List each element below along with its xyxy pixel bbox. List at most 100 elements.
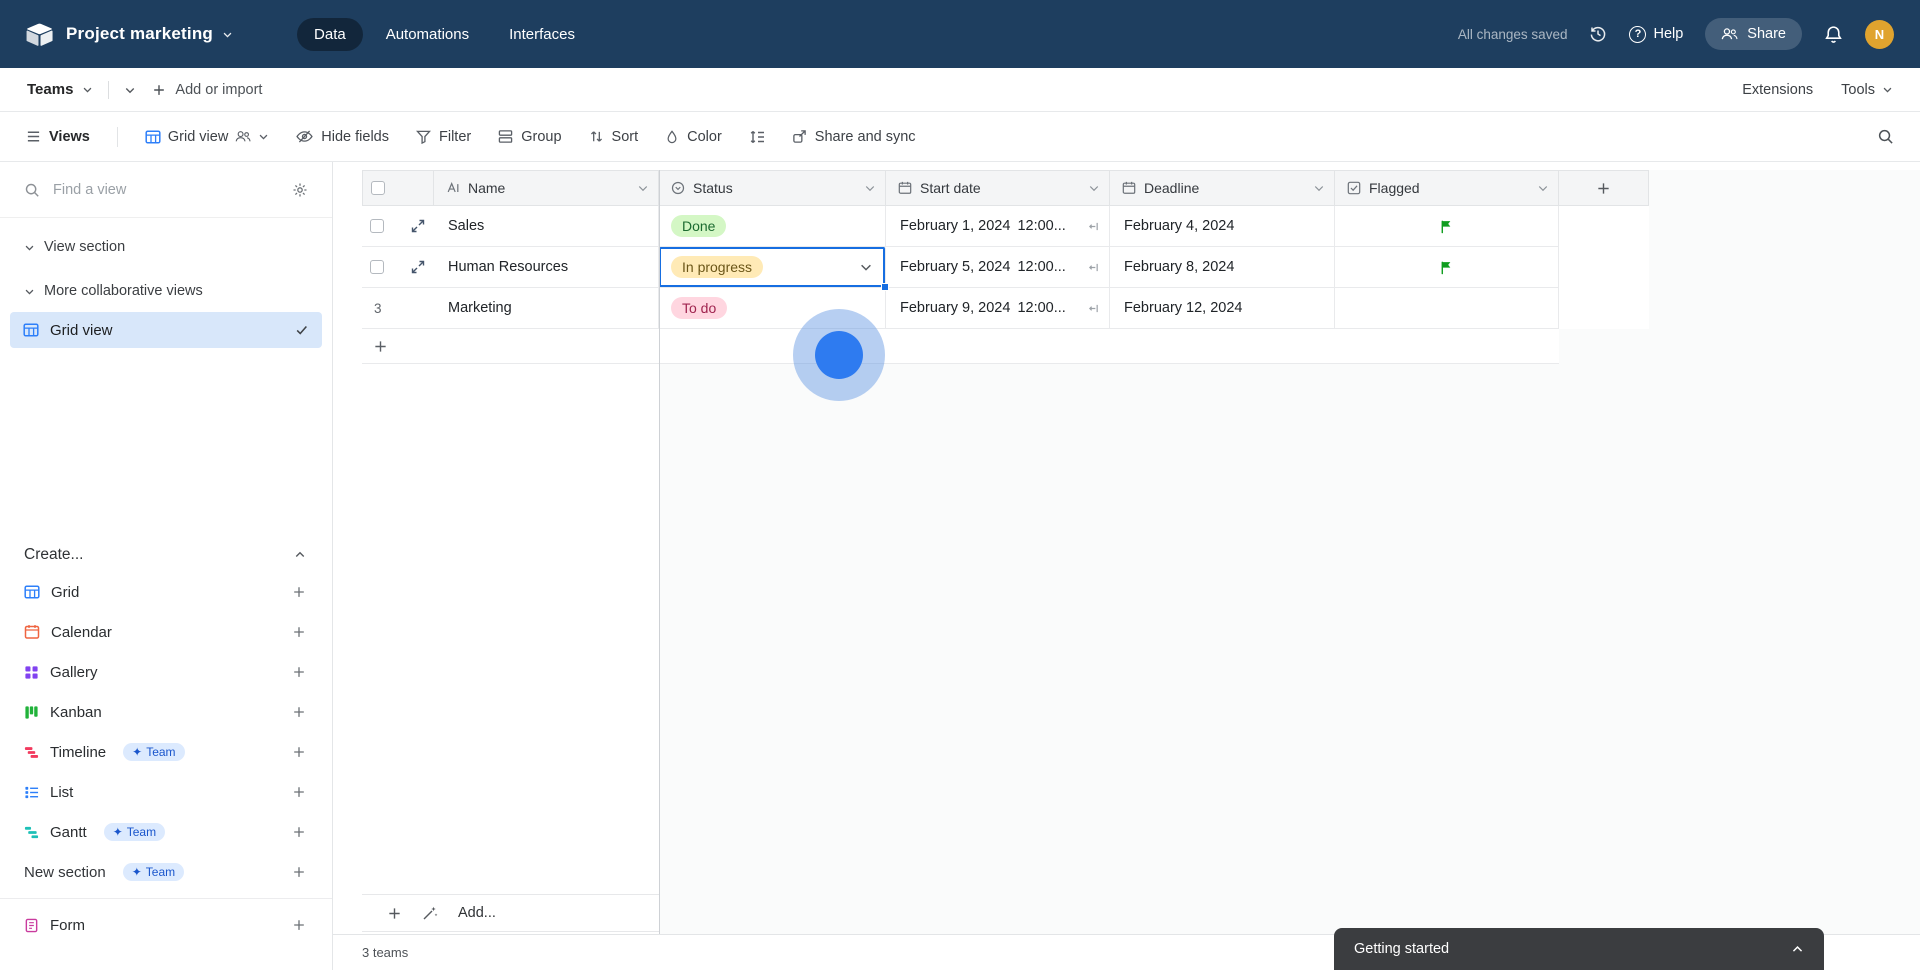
cell-name[interactable]: Human Resources	[434, 247, 659, 288]
row-select-cell[interactable]	[362, 206, 434, 247]
history-icon[interactable]	[1589, 25, 1607, 43]
sort-button[interactable]: Sort	[589, 129, 638, 145]
chevron-down-icon[interactable]	[859, 260, 875, 274]
base-menu-chevron-icon[interactable]	[222, 29, 233, 40]
filter-button[interactable]: Filter	[416, 129, 471, 145]
tab-interfaces[interactable]: Interfaces	[492, 18, 592, 51]
section-view-section[interactable]: View section	[0, 230, 332, 264]
chevron-down-icon[interactable]	[637, 182, 649, 194]
select-all-checkbox[interactable]	[371, 181, 385, 195]
plus-icon[interactable]	[292, 625, 306, 639]
sidebar-item-grid-view[interactable]: Grid view	[10, 312, 322, 348]
tools-button[interactable]: Tools	[1841, 82, 1893, 98]
tab-data[interactable]: Data	[297, 17, 363, 51]
table-tab-teams[interactable]: Teams	[27, 81, 93, 98]
notifications-bell-icon[interactable]	[1824, 25, 1843, 44]
chevron-up-icon[interactable]	[1791, 943, 1804, 956]
column-header-flagged[interactable]: Flagged	[1335, 170, 1559, 206]
views-sidebar-toggle[interactable]: Views	[26, 129, 90, 145]
create-header[interactable]: Create...	[0, 538, 332, 572]
row-height-button[interactable]	[749, 129, 765, 145]
cell-start-date[interactable]: February 9, 2024 12:00...	[886, 288, 1110, 329]
column-header-start-date[interactable]: Start date	[886, 170, 1110, 206]
table-menu-chevron-icon[interactable]	[82, 84, 93, 95]
cell-name[interactable]: Marketing	[434, 288, 659, 329]
calendar-icon	[24, 624, 40, 640]
search-icon[interactable]	[1877, 128, 1894, 145]
create-item-new-section[interactable]: New section ✦ Team	[0, 852, 332, 892]
create-item-calendar[interactable]: Calendar	[0, 612, 332, 652]
create-item-grid[interactable]: Grid	[0, 572, 332, 612]
cell-status-selected[interactable]: In progress	[659, 247, 889, 291]
cell-start-date[interactable]: February 1, 2024 12:00...	[886, 206, 1110, 247]
row-checkbox[interactable]	[370, 219, 384, 233]
cell-flagged[interactable]	[1335, 206, 1559, 247]
cell-deadline[interactable]: February 12, 2024	[1110, 288, 1335, 329]
chevron-down-icon[interactable]	[864, 182, 876, 194]
create-item-gallery[interactable]: Gallery	[0, 652, 332, 692]
column-header-status[interactable]: Status	[659, 170, 886, 206]
chevron-down-icon[interactable]	[1313, 182, 1325, 194]
add-label: Add...	[458, 905, 496, 921]
create-item-gantt[interactable]: Gantt ✦ Team	[0, 812, 332, 852]
cell-flagged[interactable]	[1335, 247, 1559, 288]
expand-record-icon[interactable]	[411, 260, 425, 274]
section-label: View section	[44, 239, 126, 255]
extensions-button[interactable]: Extensions	[1742, 82, 1813, 98]
cell-status[interactable]: Done	[659, 206, 886, 247]
create-item-list[interactable]: List	[0, 772, 332, 812]
share-and-sync-button[interactable]: Share and sync	[792, 129, 916, 145]
cell-name[interactable]: Sales	[434, 206, 659, 247]
help-button[interactable]: ? Help	[1629, 25, 1683, 43]
cell-deadline[interactable]: February 8, 2024	[1110, 247, 1335, 288]
row-checkbox[interactable]	[370, 260, 384, 274]
plus-icon[interactable]	[292, 665, 306, 679]
hide-fields-button[interactable]: Hide fields	[296, 129, 389, 145]
gallery-icon	[24, 665, 39, 680]
magic-wand-icon[interactable]	[422, 905, 438, 921]
home-button[interactable]: Project marketing	[26, 23, 233, 46]
plus-icon[interactable]	[292, 705, 306, 719]
color-button[interactable]: Color	[665, 129, 722, 145]
fill-handle[interactable]	[881, 283, 889, 291]
row-select-cell[interactable]	[362, 247, 434, 288]
cell-deadline[interactable]: February 4, 2024	[1110, 206, 1335, 247]
create-item-form[interactable]: Form	[0, 905, 332, 945]
plus-icon[interactable]	[387, 906, 402, 921]
bottom-add-bar[interactable]: Add...	[362, 894, 659, 932]
row-select-cell[interactable]: 3	[362, 288, 434, 329]
chevron-down-icon[interactable]	[1537, 182, 1549, 194]
plus-icon[interactable]	[292, 785, 306, 799]
group-button[interactable]: Group	[498, 129, 562, 145]
add-or-import-button[interactable]: Add or import	[152, 82, 262, 98]
user-avatar[interactable]: N	[1865, 19, 1894, 49]
getting-started-toast[interactable]: Getting started	[1334, 928, 1824, 970]
expand-record-icon[interactable]	[411, 219, 425, 233]
cell-flagged[interactable]	[1335, 288, 1559, 329]
create-item-kanban[interactable]: Kanban	[0, 692, 332, 732]
plus-icon[interactable]	[292, 865, 306, 879]
column-header-deadline[interactable]: Deadline	[1110, 170, 1335, 206]
share-button[interactable]: Share	[1705, 18, 1802, 50]
column-header-name[interactable]: Name	[434, 170, 659, 206]
add-row-button[interactable]	[362, 329, 1559, 364]
cell-start-date[interactable]: February 5, 2024 12:00...	[886, 247, 1110, 288]
current-view-button[interactable]: Grid view	[145, 129, 269, 145]
table-list-chevron-icon[interactable]	[124, 84, 136, 96]
cell-status[interactable]: To do	[659, 288, 886, 329]
add-field-button[interactable]	[1559, 170, 1649, 206]
section-collaborative-views[interactable]: More collaborative views	[0, 274, 332, 308]
select-all-cell[interactable]	[362, 170, 434, 206]
team-badge: ✦ Team	[103, 823, 166, 841]
plus-icon[interactable]	[292, 825, 306, 839]
find-view-input[interactable]	[53, 181, 279, 198]
plus-icon[interactable]	[292, 585, 306, 599]
plus-icon[interactable]	[292, 745, 306, 759]
views-label: Views	[49, 128, 90, 145]
table-row: Human Resources In progress February 5, …	[362, 247, 1649, 291]
plus-icon[interactable]	[292, 918, 306, 932]
create-item-timeline[interactable]: Timeline ✦ Team	[0, 732, 332, 772]
tab-automations[interactable]: Automations	[369, 18, 486, 51]
chevron-down-icon[interactable]	[1088, 182, 1100, 194]
gear-icon[interactable]	[292, 182, 308, 198]
